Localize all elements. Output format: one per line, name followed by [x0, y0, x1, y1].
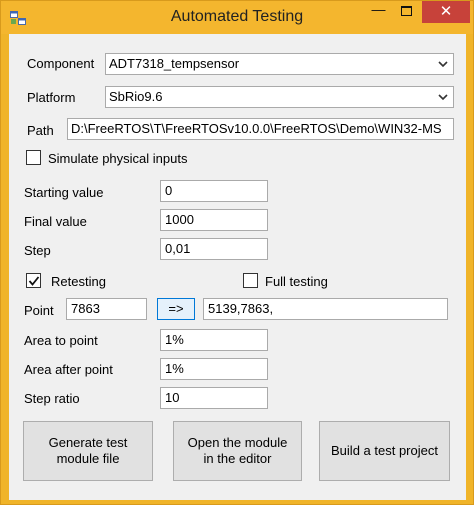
minimize-button[interactable]: — [364, 1, 393, 23]
area-to-point-input[interactable]: 1% [160, 329, 268, 351]
add-point-button[interactable]: => [157, 298, 195, 320]
component-select-value: ADT7318_tempsensor [109, 56, 240, 71]
point-label: Point [24, 303, 54, 318]
chevron-down-icon [438, 94, 448, 101]
starting-value-input[interactable]: 0 [160, 180, 268, 202]
build-project-button-label: Build a test project [331, 443, 438, 458]
platform-label: Platform [27, 90, 76, 105]
open-module-button-label: Open the module in the editor [187, 435, 288, 466]
step-input[interactable]: 0,01 [160, 238, 268, 260]
final-value-input[interactable]: 1000 [160, 209, 268, 231]
maximize-button[interactable] [393, 1, 420, 23]
build-project-button[interactable]: Build a test project [319, 421, 450, 481]
path-label: Path [27, 123, 54, 138]
point-input[interactable]: 7863 [66, 298, 147, 320]
platform-select[interactable]: SbRio9.6 [105, 86, 454, 108]
area-after-point-label: Area after point [24, 362, 113, 377]
chevron-down-icon [438, 61, 448, 68]
retesting-label: Retesting [51, 274, 106, 289]
main-window: Automated Testing — ✕ Component ADT7318_… [0, 0, 474, 505]
retesting-checkbox[interactable] [26, 273, 41, 288]
step-ratio-label: Step ratio [24, 391, 80, 406]
close-button[interactable]: ✕ [422, 1, 470, 23]
full-testing-label: Full testing [265, 274, 328, 289]
title-bar[interactable]: Automated Testing — ✕ [1, 1, 473, 34]
simulate-checkbox[interactable] [26, 150, 41, 165]
form-client-area: Component ADT7318_tempsensor Platform Sb… [9, 34, 466, 500]
area-after-point-input[interactable]: 1% [160, 358, 268, 380]
generate-module-button[interactable]: Generate test module file [23, 421, 153, 481]
path-input[interactable]: D:\FreeRTOS\T\FreeRTOSv10.0.0\FreeRTOS\D… [67, 118, 454, 140]
component-select[interactable]: ADT7318_tempsensor [105, 53, 454, 75]
generate-module-button-label: Generate test module file [48, 435, 128, 466]
step-ratio-input[interactable]: 10 [160, 387, 268, 409]
starting-value-label: Starting value [24, 185, 104, 200]
full-testing-checkbox[interactable] [243, 273, 258, 288]
points-list-input[interactable]: 5139,7863, [203, 298, 448, 320]
simulate-label: Simulate physical inputs [48, 151, 188, 166]
maximize-icon [401, 6, 412, 16]
step-label: Step [24, 243, 51, 258]
open-module-button[interactable]: Open the module in the editor [173, 421, 302, 481]
check-icon [28, 276, 40, 286]
final-value-label: Final value [24, 214, 87, 229]
area-to-point-label: Area to point [24, 333, 98, 348]
component-label: Component [27, 56, 95, 71]
platform-select-value: SbRio9.6 [109, 89, 163, 104]
